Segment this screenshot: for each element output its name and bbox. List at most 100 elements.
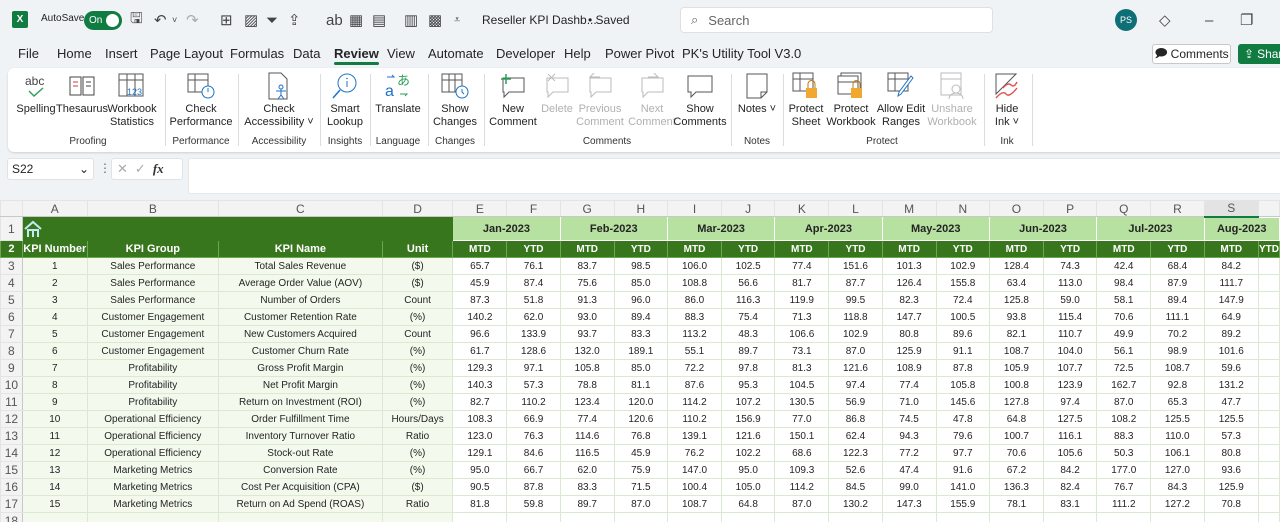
empty-cell[interactable] — [881, 512, 937, 522]
value-cell[interactable]: 127.5 — [1043, 410, 1098, 428]
value-cell[interactable]: 123.4 — [559, 393, 615, 411]
value-cell[interactable]: 75.4 — [721, 308, 776, 326]
value-cell[interactable]: 57.3 — [506, 376, 561, 394]
value-cell[interactable] — [1258, 444, 1280, 462]
value-cell[interactable]: 64.8 — [721, 495, 776, 513]
value-cell[interactable]: 120.6 — [613, 410, 668, 428]
kpi-unit-cell[interactable]: (%) — [381, 444, 454, 462]
value-cell[interactable]: 87.8 — [506, 478, 561, 496]
kpi-group-cell[interactable]: Sales Performance — [86, 274, 219, 292]
undo-icon[interactable]: ↶ — [154, 10, 167, 30]
value-cell[interactable]: 100.5 — [935, 308, 990, 326]
value-cell[interactable]: 99.5 — [828, 291, 883, 309]
row-header[interactable]: 7 — [0, 325, 23, 343]
value-cell[interactable]: 70.6 — [988, 444, 1045, 462]
value-cell[interactable]: 87.3 — [452, 291, 508, 309]
value-cell[interactable]: 122.3 — [828, 444, 883, 462]
value-cell[interactable]: 96.0 — [613, 291, 668, 309]
value-cell[interactable]: 100.7 — [988, 427, 1045, 445]
value-cell[interactable]: 93.7 — [559, 325, 615, 343]
value-cell[interactable]: 106.6 — [774, 325, 830, 343]
row-header[interactable]: 15 — [0, 461, 23, 479]
autosave-toggle[interactable]: On — [84, 11, 122, 30]
value-cell[interactable]: 77.2 — [881, 444, 937, 462]
empty-cell[interactable] — [452, 512, 508, 522]
share-icon[interactable]: ⇪ — [288, 10, 301, 30]
value-cell[interactable]: 97.8 — [721, 359, 776, 377]
value-cell[interactable]: 113.2 — [666, 325, 723, 343]
value-cell[interactable]: 70.6 — [1096, 308, 1152, 326]
value-cell[interactable]: 104.5 — [774, 376, 830, 394]
value-cell[interactable]: 102.9 — [828, 325, 883, 343]
value-cell[interactable]: 94.3 — [881, 427, 937, 445]
value-cell[interactable]: 97.4 — [828, 376, 883, 394]
value-cell[interactable]: 100.8 — [988, 376, 1045, 394]
kpi-num-cell[interactable]: 1 — [21, 257, 88, 275]
value-cell[interactable]: 107.7 — [1043, 359, 1098, 377]
allow-edit-ranges-button[interactable]: Allow Edit Ranges — [874, 72, 928, 129]
check-accessibility-button[interactable]: Check Accessibility ˅ — [244, 72, 314, 129]
new-comment-button[interactable]: New Comment — [488, 72, 538, 129]
value-cell[interactable]: 97.1 — [506, 359, 561, 377]
kpi-name-cell[interactable]: Return on Investment (ROI) — [217, 393, 383, 411]
value-cell[interactable]: 66.9 — [506, 410, 561, 428]
thesaurus-button[interactable]: Thesaurus — [56, 72, 108, 116]
row-header[interactable]: 17 — [0, 495, 23, 513]
tab-developer[interactable]: Developer — [496, 46, 555, 61]
value-cell[interactable]: 81.7 — [774, 274, 830, 292]
value-cell[interactable]: 95.0 — [452, 461, 508, 479]
value-cell[interactable]: 76.2 — [666, 444, 723, 462]
value-cell[interactable]: 65.3 — [1150, 393, 1205, 411]
kpi-group-cell[interactable]: Sales Performance — [86, 257, 219, 275]
column-header-p[interactable]: P — [1043, 200, 1098, 217]
value-cell[interactable] — [1258, 257, 1280, 275]
kpi-name-cell[interactable]: Total Sales Revenue — [217, 257, 383, 275]
value-cell[interactable]: 110.0 — [1150, 427, 1205, 445]
previous-comment-button[interactable]: Previous Comment — [576, 72, 624, 129]
kpi-group-cell[interactable]: Marketing Metrics — [86, 478, 219, 496]
value-cell[interactable]: 76.8 — [613, 427, 668, 445]
column-header-k[interactable]: K — [774, 200, 830, 217]
row-header[interactable]: 5 — [0, 291, 23, 309]
value-cell[interactable]: 87.4 — [506, 274, 561, 292]
value-cell[interactable] — [1258, 495, 1280, 513]
value-cell[interactable]: 56.1 — [1096, 342, 1152, 360]
value-cell[interactable]: 70.2 — [1150, 325, 1205, 343]
value-cell[interactable]: 83.1 — [1043, 495, 1098, 513]
tab-help[interactable]: Help — [564, 46, 591, 61]
value-cell[interactable]: 61.7 — [452, 342, 508, 360]
hide-ink-button[interactable]: Hide Ink ˅ — [988, 72, 1026, 129]
value-cell[interactable]: 71.3 — [774, 308, 830, 326]
borders-icon[interactable]: ⊞ — [220, 10, 233, 30]
value-cell[interactable]: 111.7 — [1203, 274, 1259, 292]
value-cell[interactable]: 64.8 — [988, 410, 1045, 428]
value-cell[interactable]: 125.9 — [1203, 478, 1259, 496]
value-cell[interactable]: 88.3 — [666, 308, 723, 326]
value-cell[interactable]: 115.4 — [1043, 308, 1098, 326]
calculator2-icon[interactable]: ▥ — [404, 10, 418, 30]
value-cell[interactable]: 86.0 — [666, 291, 723, 309]
kpi-unit-cell[interactable]: (%) — [381, 342, 454, 360]
value-cell[interactable]: 189.1 — [613, 342, 668, 360]
value-cell[interactable]: 114.2 — [666, 393, 723, 411]
kpi-name-cell[interactable]: New Customers Acquired — [217, 325, 383, 343]
value-cell[interactable]: 87.0 — [613, 495, 668, 513]
value-cell[interactable]: 116.3 — [721, 291, 776, 309]
row-header[interactable]: 10 — [0, 376, 23, 394]
kpi-group-cell[interactable]: Marketing Metrics — [86, 495, 219, 513]
column-header-j[interactable]: J — [721, 200, 776, 217]
value-cell[interactable]: 72.4 — [935, 291, 990, 309]
value-cell[interactable]: 91.6 — [935, 461, 990, 479]
spelling-button[interactable]: abc Spelling — [16, 72, 56, 116]
value-cell[interactable]: 42.4 — [1096, 257, 1152, 275]
kpi-name-cell[interactable]: Order Fulfillment Time — [217, 410, 383, 428]
value-cell[interactable]: 57.3 — [1203, 427, 1259, 445]
row-header[interactable]: 1 — [0, 216, 23, 241]
row-header[interactable]: 14 — [0, 444, 23, 462]
value-cell[interactable]: 111.2 — [1096, 495, 1152, 513]
protect-sheet-button[interactable]: Protect Sheet — [786, 72, 826, 129]
home-icon[interactable] — [23, 220, 43, 238]
value-cell[interactable]: 59.0 — [1043, 291, 1098, 309]
value-cell[interactable]: 87.9 — [1150, 274, 1205, 292]
column-header-q[interactable]: Q — [1096, 200, 1152, 217]
